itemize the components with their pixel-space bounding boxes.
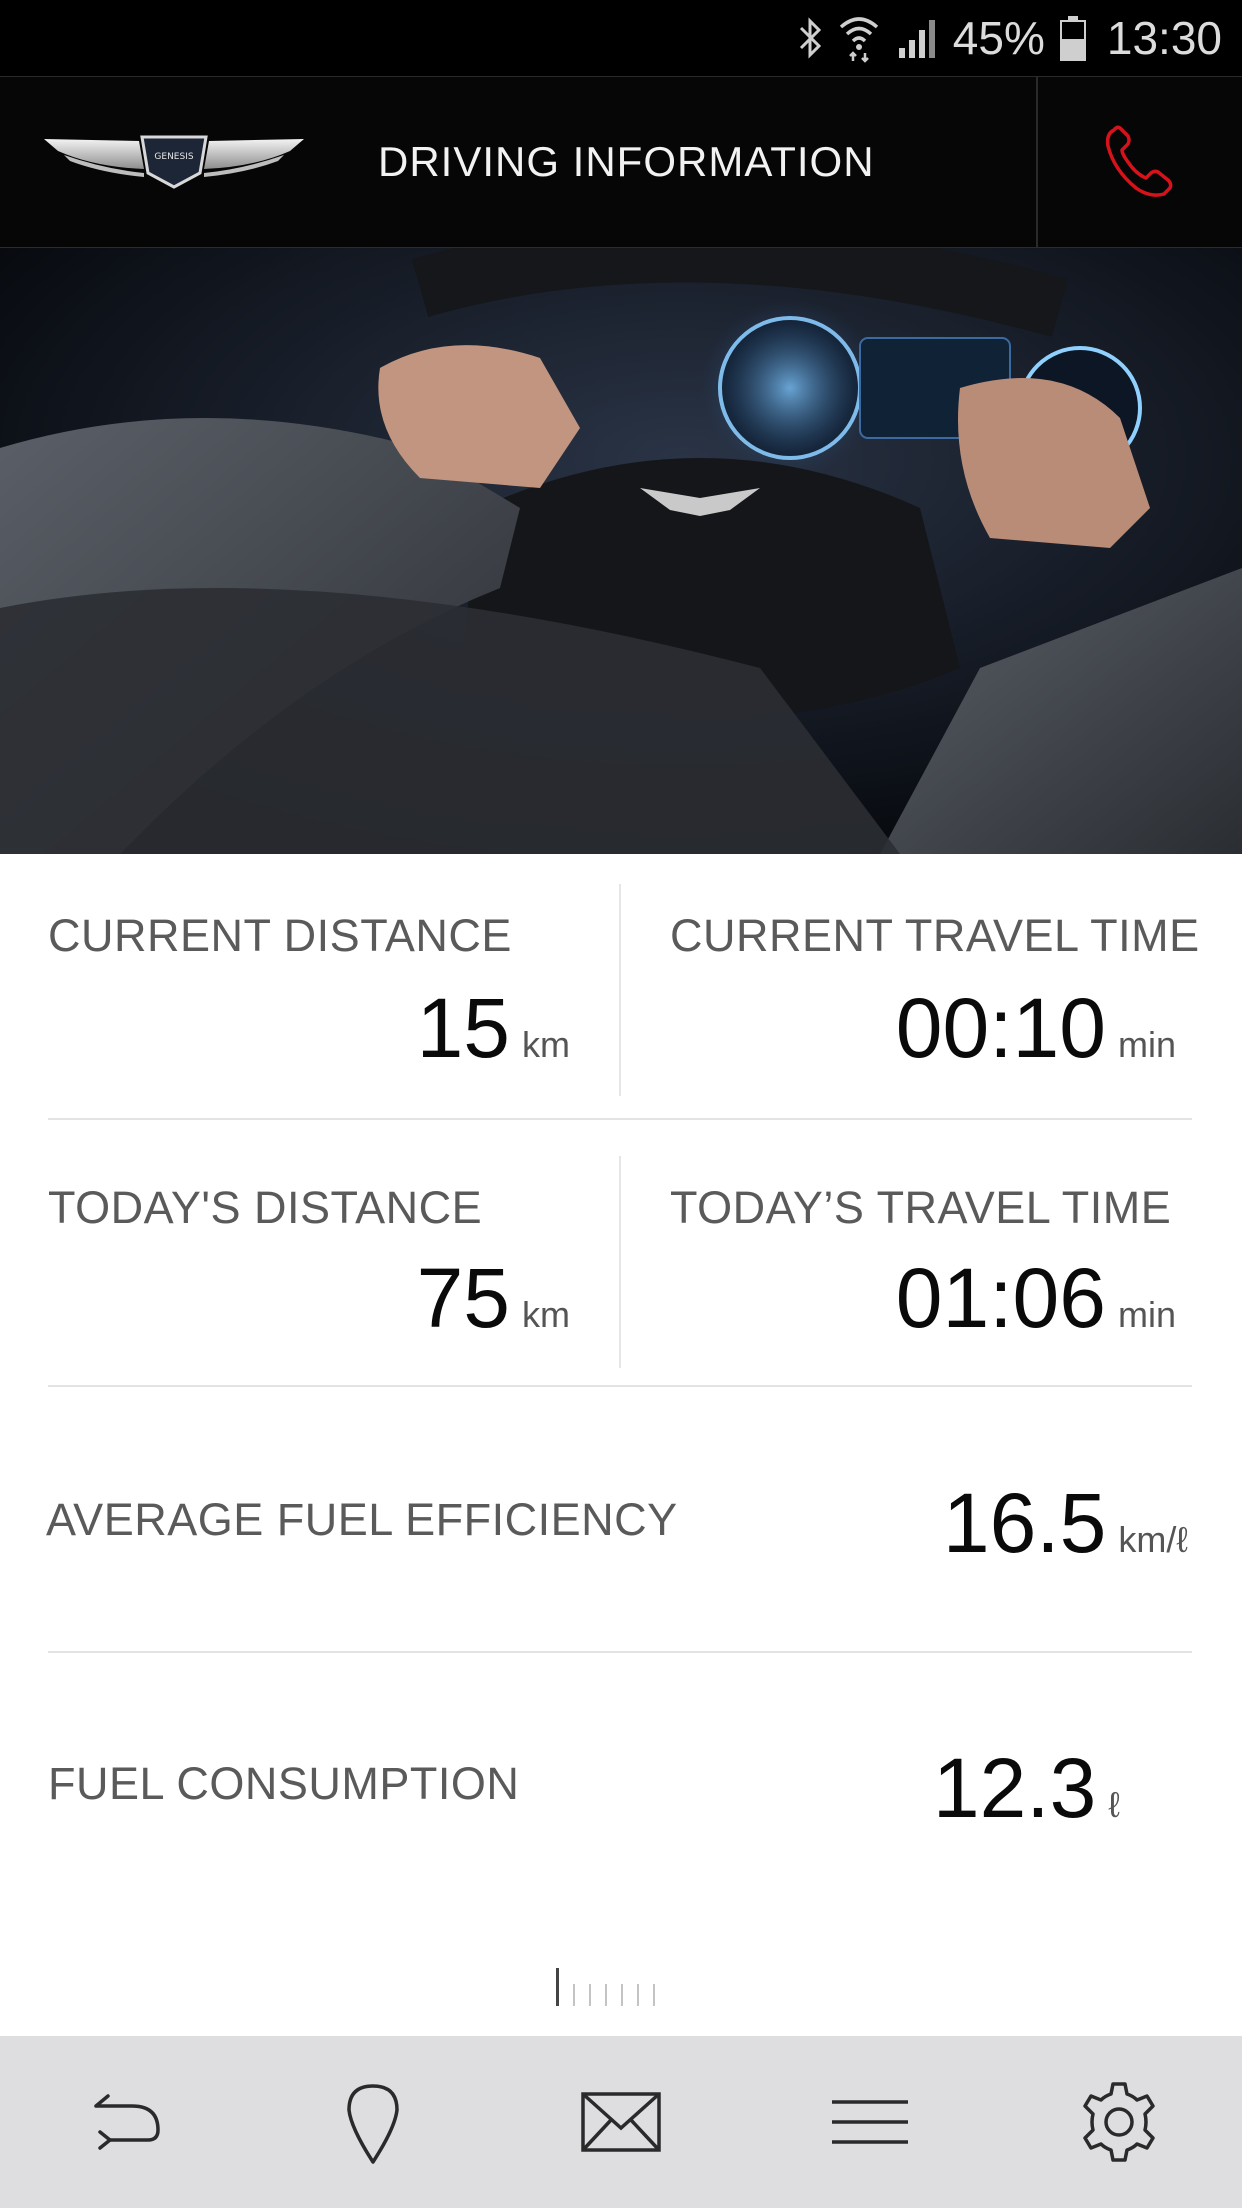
settings-icon[interactable] [1073,2076,1165,2168]
bluetooth-icon [799,17,821,59]
todays-travel-time-number: 01:06 [895,1251,1106,1345]
page-dot[interactable] [637,1984,639,2006]
signal-icon [898,20,935,58]
fuel-consumption-label: FUEL CONSUMPTION [48,1758,520,1809]
battery-percent: 45% [952,12,1045,64]
hero-image [0,248,1242,854]
bottom-navigation [0,2036,1242,2208]
current-distance-unit: km [522,1024,570,1065]
row-divider [48,1651,1192,1653]
menu-icon[interactable] [824,2076,916,2168]
wifi-icon [839,17,878,63]
page-dot[interactable] [573,1984,575,2006]
fuel-consumption-number: 12.3 [932,1741,1097,1835]
average-fuel-efficiency-label: AVERAGE FUEL EFFICIENCY [46,1494,678,1545]
page-dot[interactable] [605,1984,607,2006]
current-distance-label: CURRENT DISTANCE [48,910,512,961]
battery-icon [1059,16,1086,61]
row-divider [48,1385,1192,1387]
location-pin-icon[interactable] [327,2076,419,2168]
page-indicator[interactable] [556,1968,655,2006]
average-fuel-efficiency-unit: km/ℓ [1118,1519,1188,1560]
todays-travel-time-unit: min [1117,1294,1176,1335]
column-divider [619,1156,621,1368]
app-header: GENESIS DRIVING INFORMATION [0,76,1242,249]
logo-text: GENESIS [154,152,193,162]
current-travel-time-value: 00:10 min [896,980,1176,1077]
mail-icon[interactable] [575,2076,667,2168]
phone-icon[interactable] [1100,122,1180,202]
page-title: DRIVING INFORMATION [378,138,875,185]
todays-travel-time-label: TODAY’S TRAVEL TIME [670,1182,1172,1233]
current-distance-value: 15 km [417,980,570,1077]
clock: 13:30 [1106,12,1222,64]
todays-distance-label: TODAY'S DISTANCE [48,1182,483,1233]
row-divider [48,1118,1192,1120]
driver-steering-wheel-illustration [0,248,1242,854]
average-fuel-efficiency-value: 16.5 km/ℓ [943,1475,1188,1572]
fuel-consumption-value: 12.3 ℓ [933,1740,1120,1837]
header-divider [1036,77,1038,247]
page-dot[interactable] [556,1968,559,2006]
back-icon[interactable] [76,2076,168,2168]
current-travel-time-unit: min [1117,1024,1176,1065]
current-travel-time-label: CURRENT TRAVEL TIME [670,910,1200,961]
fuel-consumption-unit: ℓ [1108,1784,1120,1825]
page-dot[interactable] [589,1984,591,2006]
genesis-logo[interactable]: GENESIS [44,129,304,199]
todays-distance-unit: km [522,1294,570,1335]
todays-travel-time-value: 01:06 min [896,1250,1176,1347]
todays-distance-value: 75 km [417,1250,570,1347]
current-distance-number: 15 [416,981,510,1075]
status-bar: 45% 13:30 [0,0,1242,76]
status-icons: 45% 13:30 [797,0,1222,76]
todays-distance-number: 75 [416,1251,510,1345]
current-travel-time-number: 00:10 [895,981,1106,1075]
average-fuel-efficiency-number: 16.5 [942,1476,1107,1570]
column-divider [619,884,621,1096]
page-dot[interactable] [653,1984,655,2006]
page-dot[interactable] [621,1984,623,2006]
